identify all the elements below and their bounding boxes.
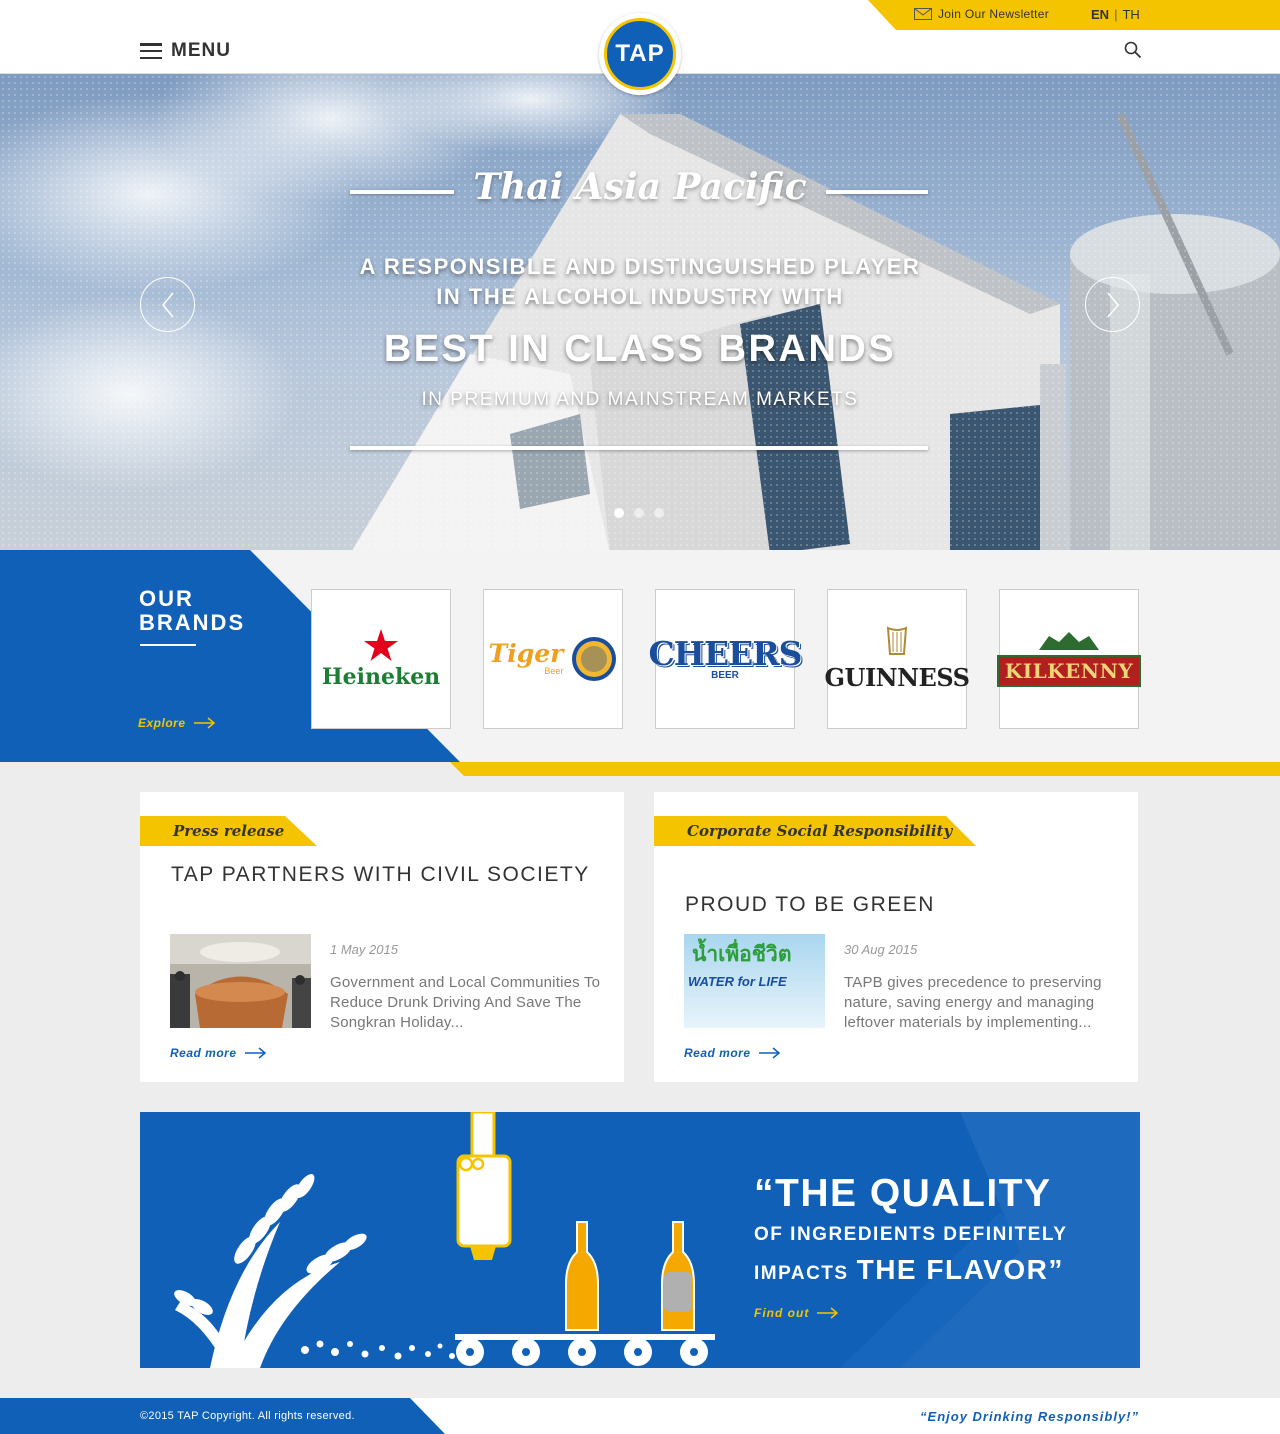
chevron-left-icon: [161, 292, 174, 317]
lang-th[interactable]: TH: [1122, 7, 1139, 22]
chevron-right-icon: [1106, 292, 1119, 317]
newsletter-label: Join Our Newsletter: [938, 7, 1050, 21]
guinness-logo: GUINNESS: [825, 626, 970, 692]
menu-label: MENU: [171, 40, 231, 61]
tiger-badge-icon: [572, 637, 617, 681]
arrow-right-icon: [193, 717, 215, 729]
hero-bottom-rule: [350, 446, 928, 450]
read-more-link[interactable]: Read more: [170, 1046, 267, 1060]
lang-separator: |: [1114, 7, 1118, 22]
kilkenny-wordmark: KILKENNY: [996, 654, 1142, 687]
prev-slide-button[interactable]: [140, 277, 195, 332]
water-for-life-image: น้ำเพื่อชีวิต WATER for LIFE: [684, 934, 825, 1028]
brewhouse-photo: [170, 934, 311, 1028]
hamburger-icon: [140, 43, 162, 59]
news-tag: Corporate Social Responsibility: [654, 816, 976, 846]
heineken-wordmark: Heineken: [321, 663, 441, 690]
cheers-wordmark: CHEERS: [648, 633, 803, 673]
brand-card-heineken[interactable]: Heineken: [311, 589, 451, 729]
news-title[interactable]: TAP PARTNERS WITH CIVIL SOCIETY: [171, 860, 591, 890]
slide-indicators: [614, 508, 664, 518]
quote-line-3a: IMPACTS: [754, 1263, 849, 1284]
newsletter-link[interactable]: Join Our Newsletter: [914, 7, 1049, 21]
cheers-logo: CHEERS BEER: [648, 633, 803, 681]
quote-line-1: “THE QUALITY: [754, 1172, 1052, 1215]
brand-card-kilkenny[interactable]: KILKENNY: [996, 589, 1142, 729]
site-footer: ©2015 TAP Copyright. All rights reserved…: [0, 1398, 1280, 1434]
logo-text: TAP: [615, 40, 665, 67]
guinness-wordmark: GUINNESS: [824, 663, 970, 692]
news-thumbnail[interactable]: [170, 934, 311, 1028]
news-title[interactable]: PROUD TO BE GREEN: [685, 890, 1105, 920]
explore-label: Explore: [138, 716, 186, 730]
quality-banner: “THE QUALITY OF INGREDIENTS DEFINITELY I…: [140, 1112, 1140, 1368]
explore-link[interactable]: Explore: [138, 716, 216, 730]
menu-button[interactable]: MENU: [140, 40, 231, 62]
slide-dot-2[interactable]: [634, 508, 644, 518]
language-switcher: EN | TH: [1091, 7, 1140, 22]
news-thumbnail[interactable]: น้ำเพื่อชีวิต WATER for LIFE: [684, 934, 825, 1028]
slide-dot-3[interactable]: [654, 508, 664, 518]
slogan-text: “Enjoy Drinking Responsibly!”: [920, 1409, 1139, 1424]
quote-line-3b: THE FLAVOR”: [856, 1254, 1064, 1285]
brand-card-cheers[interactable]: CHEERS BEER: [649, 589, 803, 729]
red-star-icon: [364, 628, 398, 661]
quote-line-2: OF INGREDIENTS DEFINITELY: [754, 1224, 1068, 1245]
news-date: 30 Aug 2015: [844, 942, 918, 957]
news-tag: Press release: [140, 816, 317, 846]
harp-icon: [886, 626, 908, 655]
news-card-csr: Corporate Social Responsibility PROUD TO…: [654, 792, 1138, 1082]
lang-en[interactable]: EN: [1091, 7, 1109, 22]
brands-heading-line2: BRANDS: [139, 610, 246, 635]
arrow-right-icon: [758, 1047, 780, 1059]
tiger-wordmark: Tiger: [488, 639, 564, 668]
read-more-link[interactable]: Read more: [684, 1046, 781, 1060]
kilkenny-logo: KILKENNY: [996, 631, 1142, 687]
brand-card-guinness[interactable]: GUINNESS: [825, 589, 970, 729]
brand-card-tiger[interactable]: Tiger Beer: [483, 589, 623, 729]
brands-heading-line1: OUR: [139, 586, 194, 611]
mail-icon: [914, 8, 932, 20]
news-card-press: Press release TAP PARTNERS WITH CIVIL SO…: [140, 792, 624, 1082]
slide-dot-1[interactable]: [614, 508, 624, 518]
news-date: 1 May 2015: [330, 942, 398, 957]
tap-logo[interactable]: TAP: [599, 13, 681, 95]
search-icon[interactable]: [1124, 41, 1142, 59]
hero-title: Thai Asia Pacific: [473, 166, 807, 208]
arrow-right-icon: [244, 1047, 266, 1059]
castle-icon: [1039, 631, 1099, 650]
hero-headline: BEST IN CLASS BRANDS: [383, 328, 897, 370]
thumb-thai-text: น้ำเพื่อชีวิต: [692, 943, 792, 966]
hero-line-3: IN PREMIUM AND MAINSTREAM MARKETS: [421, 389, 859, 410]
next-slide-button[interactable]: [1085, 277, 1140, 332]
yellow-accent-band: [450, 762, 1280, 776]
arrow-right-icon: [817, 1307, 839, 1319]
quote-line-3: IMPACTS THE FLAVOR”: [754, 1254, 1064, 1286]
news-description: Government and Local Communities To Redu…: [330, 974, 601, 1031]
hero-line-1: A RESPONSIBLE AND DISTINGUISHED PLAYER: [359, 254, 921, 279]
find-out-label: Find out: [754, 1306, 810, 1320]
hero-slider: Thai Asia Pacific A RESPONSIBLE AND DIST…: [0, 74, 1280, 550]
tiger-logo: Tiger Beer: [489, 636, 618, 682]
brands-heading-rule: [140, 644, 196, 646]
find-out-link[interactable]: Find out: [754, 1306, 839, 1320]
brands-heading: OUR BRANDS: [139, 587, 245, 635]
read-more-label: Read more: [684, 1046, 751, 1060]
thumb-english-text: WATER for LIFE: [688, 974, 787, 989]
news-description: TAPB gives precedence to preserving natu…: [844, 974, 1102, 1031]
heineken-logo: Heineken: [321, 628, 441, 690]
copyright-text: ©2015 TAP Copyright. All rights reserved…: [140, 1410, 355, 1422]
read-more-label: Read more: [170, 1046, 237, 1060]
